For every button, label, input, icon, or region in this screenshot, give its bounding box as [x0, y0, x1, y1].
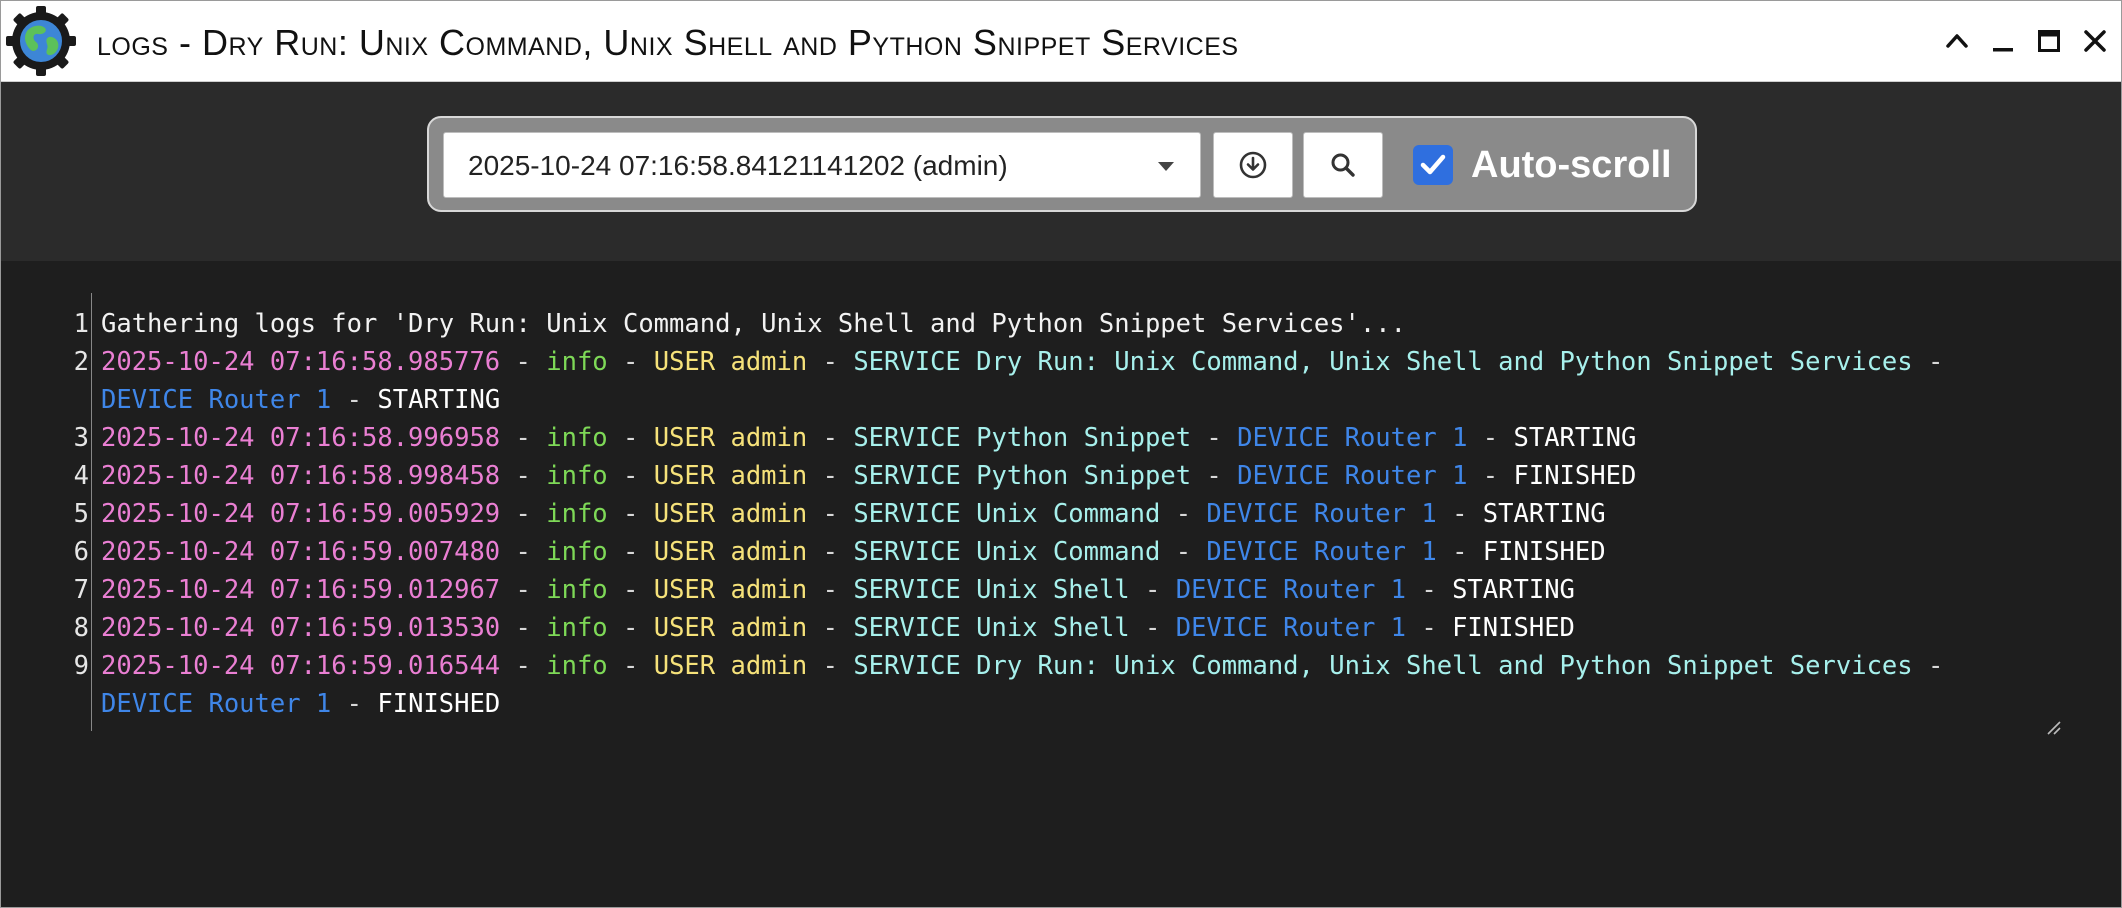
log-device: DEVICE Router 1	[1206, 499, 1437, 529]
log-user: USER admin	[653, 613, 808, 643]
log-user: USER admin	[653, 537, 808, 567]
log-level: info	[546, 575, 608, 605]
log-line: 5 2025-10-24 07:16:59.005929 - info - USE…	[1, 495, 1606, 533]
log-toolbar: 2025-10-24 07:16:58.84121141202 (admin)	[427, 116, 1697, 212]
log-status: STARTING	[1482, 499, 1606, 529]
log-status: FINISHED	[1513, 461, 1637, 491]
line-number: 9	[73, 651, 89, 681]
log-user: USER admin	[653, 461, 808, 491]
log-service: SERVICE Python Snippet	[853, 423, 1192, 453]
log-status: FINISHED	[377, 689, 501, 719]
log-line-continuation: DEVICE Router 1 - STARTING	[101, 385, 501, 415]
log-text: Gathering logs for 'Dry Run: Unix Comman…	[101, 309, 1406, 339]
log-device: DEVICE Router 1	[101, 689, 332, 719]
caret-down-icon	[1158, 162, 1174, 171]
log-level: info	[546, 651, 608, 681]
log-status: FINISHED	[1452, 613, 1575, 643]
download-button[interactable]	[1213, 132, 1293, 198]
gear-globe-icon	[6, 6, 76, 76]
log-line: 9 2025-10-24 07:16:59.016544 - info - USE…	[1, 647, 1944, 685]
log-line-continuation: DEVICE Router 1 - FINISHED	[101, 689, 501, 719]
log-line: 8 2025-10-24 07:16:59.013530 - info - USE…	[1, 609, 1575, 647]
log-lines: 1 Gathering logs for 'Dry Run: Unix Comma…	[1, 305, 1944, 723]
download-circle-icon	[1239, 151, 1267, 179]
log-timestamp: 2025-10-24 07:16:59.013530	[101, 613, 501, 643]
log-line: 1 Gathering logs for 'Dry Run: Unix Comma…	[1, 305, 1406, 343]
log-device: DEVICE Router 1	[1175, 575, 1407, 605]
window-title: logs - Dry Run: Unix Command, Unix Shell…	[97, 22, 1239, 63]
log-level: info	[546, 461, 608, 491]
line-number: 1	[73, 309, 89, 339]
log-status: FINISHED	[1482, 537, 1606, 567]
log-timestamp: 2025-10-24 07:16:59.005929	[101, 499, 501, 529]
autoscroll-toggle: Auto-scroll	[1413, 132, 1672, 198]
log-level: info	[546, 613, 608, 643]
log-timestamp: 2025-10-24 07:16:58.998458	[101, 461, 501, 491]
line-number: 4	[73, 461, 89, 491]
log-line: 7 2025-10-24 07:16:59.012967 - info - USE…	[1, 571, 1575, 609]
log-status: STARTING	[377, 385, 501, 415]
log-service: SERVICE Dry Run: Unix Command, Unix Shel…	[853, 651, 1913, 681]
toolbar-band: 2025-10-24 07:16:58.84121141202 (admin)	[1, 82, 2121, 261]
log-level: info	[546, 499, 608, 529]
log-editor[interactable]: 1 Gathering logs for 'Dry Run: Unix Comma…	[1, 261, 2121, 907]
log-service: SERVICE Unix Command	[853, 537, 1161, 567]
log-user: USER admin	[653, 651, 808, 681]
log-user: USER admin	[653, 347, 808, 377]
minimize-icon[interactable]	[1987, 25, 2019, 57]
log-device: DEVICE Router 1	[1237, 423, 1468, 453]
line-number: 7	[73, 575, 89, 605]
runtime-select[interactable]: 2025-10-24 07:16:58.84121141202 (admin)	[443, 132, 1201, 198]
log-timestamp: 2025-10-24 07:16:59.012967	[101, 575, 501, 605]
log-service: SERVICE Unix Shell	[853, 613, 1130, 643]
line-number: 8	[73, 613, 89, 643]
log-status: STARTING	[1513, 423, 1637, 453]
log-timestamp: 2025-10-24 07:16:59.007480	[101, 537, 501, 567]
log-user: USER admin	[653, 423, 808, 453]
line-number: 5	[73, 499, 89, 529]
log-status: STARTING	[1452, 575, 1575, 605]
log-level: info	[546, 423, 608, 453]
log-window: logs - Dry Run: Unix Command, Unix Shell…	[0, 0, 2122, 908]
search-button[interactable]	[1303, 132, 1383, 198]
log-level: info	[546, 537, 608, 567]
log-line: 3 2025-10-24 07:16:58.996958 - info - USE…	[1, 419, 1637, 457]
search-icon	[1331, 153, 1355, 177]
check-icon	[1420, 154, 1446, 175]
log-device: DEVICE Router 1	[101, 385, 332, 415]
maximize-icon[interactable]	[2033, 25, 2065, 57]
log-timestamp: 2025-10-24 07:16:58.996958	[101, 423, 501, 453]
log-service: SERVICE Dry Run: Unix Command, Unix Shel…	[853, 347, 1913, 377]
log-user: USER admin	[653, 575, 808, 605]
log-service: SERVICE Python Snippet	[853, 461, 1192, 491]
window-controls	[1941, 1, 2111, 81]
line-number: 3	[73, 423, 89, 453]
log-user: USER admin	[653, 499, 808, 529]
log-timestamp: 2025-10-24 07:16:59.016544	[101, 651, 501, 681]
log-line: 2 2025-10-24 07:16:58.985776 - info - USE…	[1, 343, 1944, 381]
log-device: DEVICE Router 1	[1206, 537, 1437, 567]
chevron-up-icon[interactable]	[1941, 25, 1973, 57]
close-icon[interactable]	[2079, 25, 2111, 57]
line-number: 2	[73, 347, 89, 377]
log-service: SERVICE Unix Command	[853, 499, 1161, 529]
autoscroll-label: Auto-scroll	[1471, 143, 1672, 186]
line-number: 6	[73, 537, 89, 567]
autoscroll-checkbox[interactable]	[1413, 145, 1453, 185]
runtime-select-value: 2025-10-24 07:16:58.84121141202 (admin)	[468, 150, 1008, 181]
log-line: 4 2025-10-24 07:16:58.998458 - info - USE…	[1, 457, 1637, 495]
log-device: DEVICE Router 1	[1237, 461, 1468, 491]
title-bar: logs - Dry Run: Unix Command, Unix Shell…	[1, 1, 2121, 82]
log-service: SERVICE Unix Shell	[853, 575, 1130, 605]
log-device: DEVICE Router 1	[1175, 613, 1407, 643]
resize-handle-icon[interactable]	[2043, 717, 2061, 735]
log-level: info	[546, 347, 608, 377]
log-timestamp: 2025-10-24 07:16:58.985776	[101, 347, 501, 377]
log-line: 6 2025-10-24 07:16:59.007480 - info - USE…	[1, 533, 1606, 571]
